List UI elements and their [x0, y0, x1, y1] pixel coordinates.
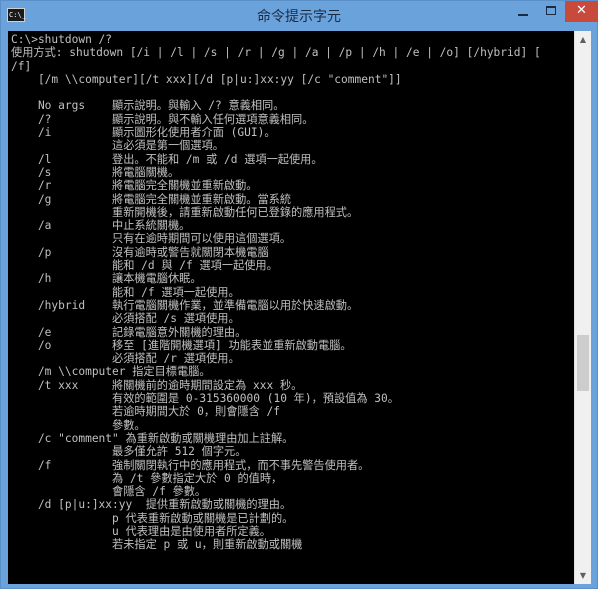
console-line: /m \\computer 指定目標電腦。	[11, 365, 211, 379]
maximize-button[interactable]	[537, 1, 565, 22]
console-line: /o 移至 [進階開機選項] 功能表並重新啟動電腦。	[11, 338, 352, 352]
console-line: u 代表理由是由使用者所定義。	[11, 524, 271, 538]
console-line: 會隱含 /f 參數。	[11, 485, 207, 499]
console-line: /l 登出。不能和 /m 或 /d 選項一起使用。	[11, 152, 323, 166]
console-line: /d [p|u:]xx:yy 提供重新啟動或關機的理由。	[11, 498, 292, 512]
console-line: 重新開機後，請重新啟動任何已登錄的應用程式。	[11, 205, 359, 219]
console-line: No args 顯示說明。與輸入 /? 意義相同。	[11, 99, 285, 113]
close-icon: ✕	[576, 3, 587, 18]
console-line: 必須搭配 /r 選項使用。	[11, 352, 240, 366]
console-line: 只有在逾時期間可以使用這個選項。	[11, 232, 292, 246]
console-text: C:\>shutdown /? 使用方式: shutdown [/i | /l |…	[8, 31, 574, 552]
console-line: /a 中止系統關機。	[11, 219, 191, 233]
console-line: /h 讓本機電腦休眠。	[11, 272, 202, 286]
console-line: 能和 /d 與 /f 選項一起使用。	[11, 259, 278, 273]
console-line: /s 將電腦關機。	[11, 165, 180, 179]
command-prompt-window: C:\_ 命令提示字元 ✕ C:\>shutdown /? 使用方式: shutd…	[0, 0, 598, 589]
console-line: C:\>shutdown /?	[11, 33, 113, 46]
console-line: 能和 /f 選項一起使用。	[11, 285, 240, 299]
console-line: /e 記錄電腦意外關機的理由。	[11, 325, 247, 339]
console-line: /g 將電腦完全關機並重新啟動。當系統	[11, 192, 292, 206]
console-line: /t xxx 將關機前的逾時期間設定為 xxx 秒。	[11, 378, 303, 392]
title-bar[interactable]: C:\_ 命令提示字元 ✕	[1, 1, 598, 31]
console-line: 若逾時期間大於 0，則會隱含 /f	[11, 405, 280, 419]
console-output[interactable]: C:\>shutdown /? 使用方式: shutdown [/i | /l |…	[8, 31, 574, 584]
console-line: /p 沒有逾時或警告就關閉本機電腦	[11, 245, 269, 259]
window-title: 命令提示字元	[257, 9, 341, 25]
console-line: /r 將電腦完全關機並重新啟動。	[11, 179, 258, 193]
console-line: /? 顯示說明。與不輸入任何選項意義相同。	[11, 112, 314, 126]
close-button[interactable]: ✕	[565, 1, 598, 22]
console-line: p 代表重新啟動或關機是已計劃的。	[11, 511, 294, 525]
minimize-icon	[518, 14, 528, 16]
console-line: 最多僅允許 512 個字元。	[11, 445, 247, 459]
scroll-up-arrow-icon[interactable]: ▲	[575, 31, 591, 48]
console-line: /hybrid 執行電腦關機作業，並準備電腦以用於快速啟動。	[11, 298, 359, 312]
console-line: /f]	[11, 59, 32, 73]
console-line: 有效的範圍是 0-315360000 (10 年)，預設值為 30。	[11, 392, 399, 406]
console-line: 參數。	[11, 418, 146, 432]
minimize-button[interactable]	[509, 1, 537, 22]
console-line: 為 /t 參數指定大於 0 的值時，	[11, 471, 283, 485]
console-line: /i 顯示圖形化使用者介面 (GUI)。	[11, 126, 276, 140]
vertical-scrollbar[interactable]: ▲ ▼	[574, 31, 591, 584]
console-line: 若未指定 p 或 u，則重新啟動或關機	[11, 538, 303, 552]
scrollbar-thumb[interactable]	[577, 335, 589, 392]
console-line: 使用方式: shutdown [/i | /l | /s | /r | /g |…	[11, 46, 541, 60]
scroll-down-arrow-icon[interactable]: ▼	[575, 567, 591, 584]
console-line: [/m \\computer][/t xxx][/d [p|u:]xx:yy […	[11, 72, 402, 86]
console-line: /c "comment" 為重新啟動或關機理由加上註解。	[11, 431, 294, 445]
console-line: 必須搭配 /s 選項使用。	[11, 312, 240, 326]
console-line: /f 強制關閉執行中的應用程式，而不事先警告使用者。	[11, 458, 370, 472]
console-line: 這必須是第一個選項。	[11, 139, 224, 153]
maximize-icon	[546, 6, 556, 15]
